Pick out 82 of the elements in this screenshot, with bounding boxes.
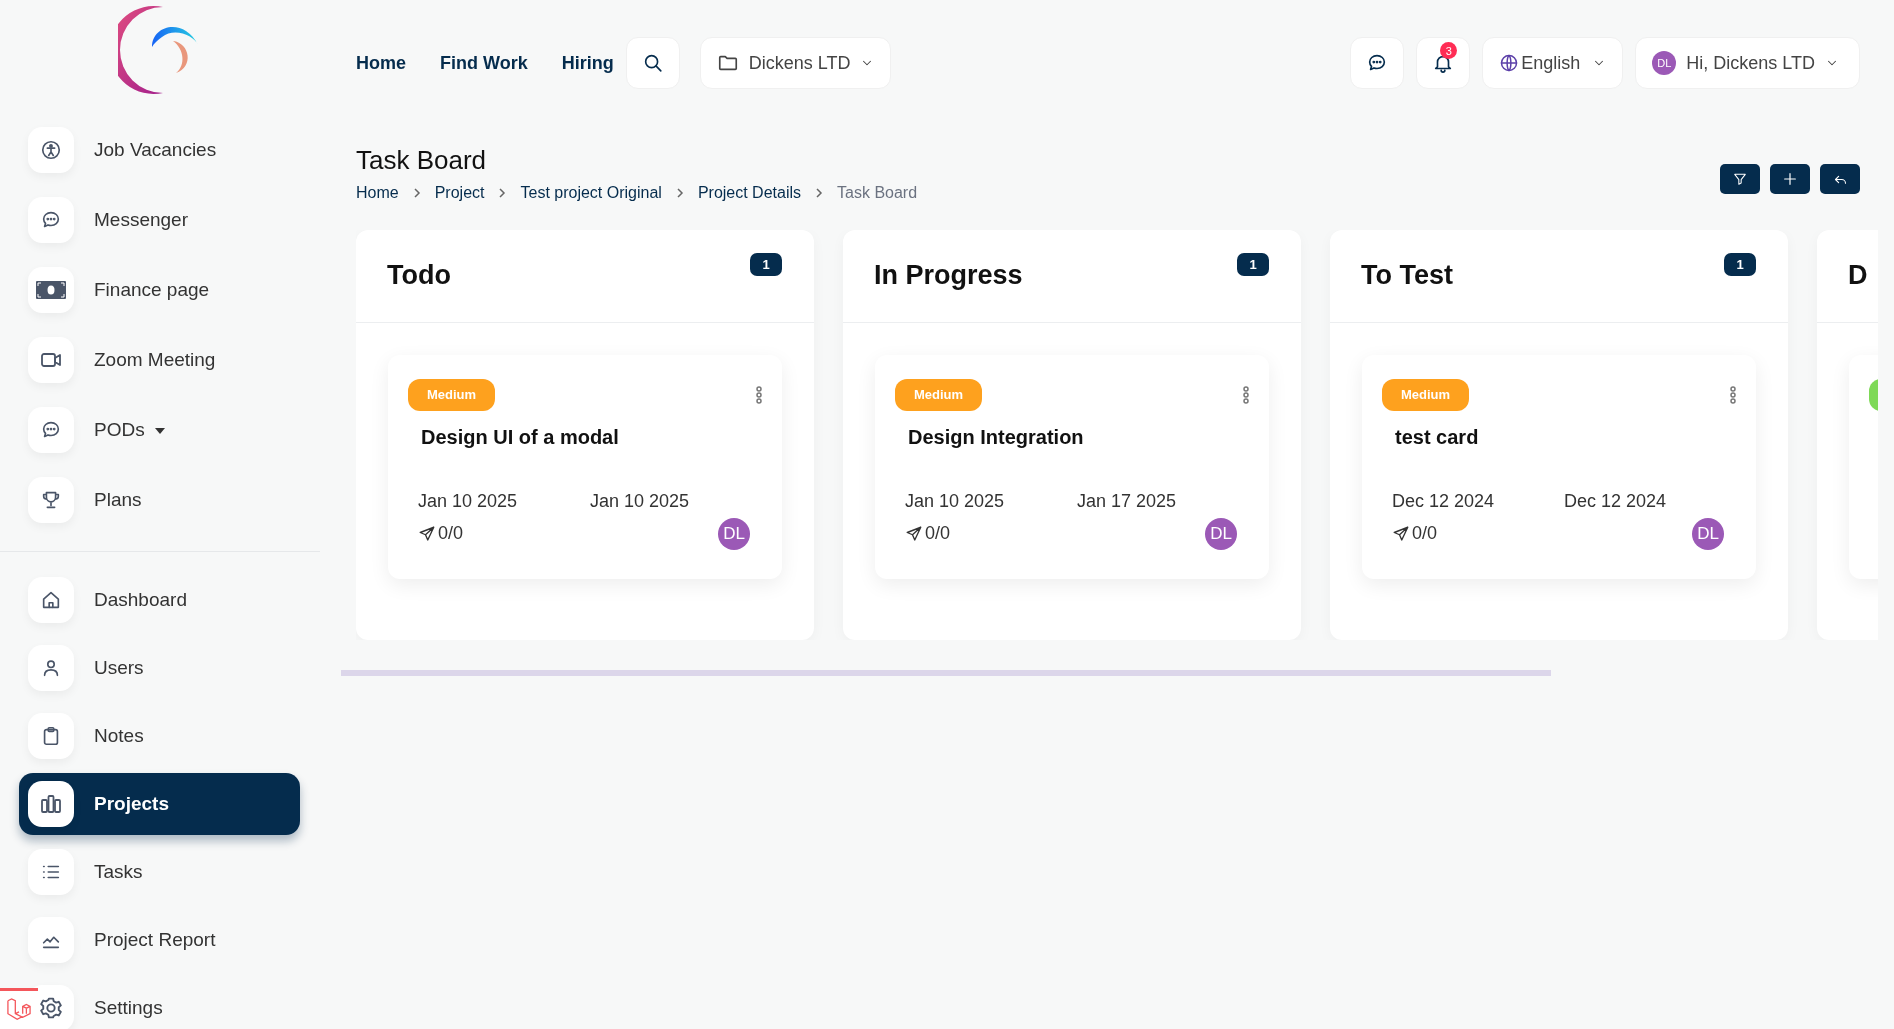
trophy-icon [40,489,62,511]
paper-plane-icon [1392,524,1410,543]
end-date: Jan 10 2025 [590,490,691,512]
column-title: To Test [1361,260,1453,292]
chevron-right-icon [412,186,421,199]
sidebar-item[interactable]: Users [0,634,300,702]
breadcrumb-link[interactable]: Home [356,183,399,202]
task-count: 1 [1724,252,1756,276]
task-card[interactable]: Medium test card Dec 12 2024 Dec 12 2024 0/0 DL [1362,354,1756,579]
notification-count: 3 [1440,42,1458,59]
chevron-right-icon [815,186,824,199]
chevron-right-icon [498,186,507,199]
nav-link[interactable]: Find Work [440,52,528,74]
nav-link[interactable]: Hiring [561,52,614,74]
notifications-button[interactable]: 3 [1416,37,1471,89]
language-dropdown[interactable]: English [1482,37,1624,89]
progress-count: 0/0 [1412,523,1438,545]
add-button[interactable] [1770,164,1810,194]
chevron-right-icon [675,186,684,199]
sidebar-item[interactable]: Job Vacancies [0,115,300,185]
workspace-dropdown[interactable]: Dickens LTD [699,37,892,89]
plus-icon [1782,171,1798,187]
sidebar-item[interactable]: Dashboard [0,566,300,634]
task-count: 1 [1237,252,1269,276]
breadcrumb-link[interactable]: Project [434,183,485,202]
start-date: Jan 10 2025 [418,490,519,512]
messages-button[interactable] [1350,37,1405,89]
card-title: test card [1395,425,1480,449]
search-button[interactable] [625,37,680,89]
filter-button[interactable] [1720,164,1760,194]
user-menu[interactable]: DL Hi, Dickens LTD [1635,37,1860,89]
cube-logo-icon [6,998,32,1022]
assignee-avatar: DL [1205,517,1237,550]
columns-icon [39,792,63,816]
page-title: Task Board [356,144,488,177]
scrollbar[interactable] [341,669,1551,676]
banknote-icon [36,281,66,299]
priority-tag: Medium [408,378,496,411]
paper-plane-icon [418,524,436,543]
more-options-icon[interactable] [1730,385,1736,404]
sidebar-item[interactable]: Messenger [0,185,300,255]
sidebar-item[interactable]: PODs [0,395,300,465]
sidebar-item[interactable]: Finance page [0,255,300,325]
breadcrumb-link[interactable]: Test project Original [520,183,662,202]
assignee-avatar: DL [1692,517,1724,550]
sidebar-item[interactable]: Projects [19,773,300,835]
home-icon [40,589,62,611]
debug-toolbar-menu[interactable] [0,988,38,1029]
sidebar-item[interactable]: Notes [0,702,300,770]
back-button[interactable] [1820,164,1860,194]
priority-tag: Medium [895,378,983,411]
more-options-icon[interactable] [756,385,762,404]
end-date: Dec 12 2024 [1564,490,1668,512]
start-date: Dec 12 2024 [1392,490,1496,512]
priority-tag: Medium [1382,378,1470,411]
accessibility-icon [40,139,62,161]
nav-link[interactable]: Home [356,52,406,74]
user-avatar: DL [1652,51,1677,75]
paper-plane-icon [905,524,923,543]
start-date: Jan 10 2025 [905,490,1006,512]
gear-icon [40,997,62,1019]
progress-count: 0/0 [438,523,464,545]
column-title: D [1848,260,1868,292]
breadcrumb-link[interactable]: Project Details [697,183,802,202]
more-options-icon[interactable] [1243,385,1249,404]
filter-icon [1733,172,1747,186]
task-card[interactable]: Medium Design Integration Jan 10 2025 Jan 17 2025 0/0 DL [875,354,1269,579]
sidebar-item[interactable]: Zoom Meeting [0,325,300,395]
end-date: Jan 17 2025 [1077,490,1178,512]
card-title: Design Integration [908,425,1085,449]
sidebar-item[interactable]: Project Report [0,906,300,974]
card-title: Design UI of a modal [421,425,620,449]
task-count: 1 [750,252,782,276]
column-title: In Progress [874,260,1023,292]
task-card[interactable]: Medium Design UI of a modal Jan 10 2025 Jan 10 2025 0/0 DL [388,354,782,579]
sidebar-item[interactable]: Plans [0,465,300,535]
caret-icon [154,428,165,434]
progress-count: 0/0 [925,523,951,545]
assignee-avatar: DL [718,517,750,550]
sidebar-item[interactable]: Tasks [0,838,300,906]
column-title: Todo [387,260,451,292]
globe-icon [1499,53,1520,73]
